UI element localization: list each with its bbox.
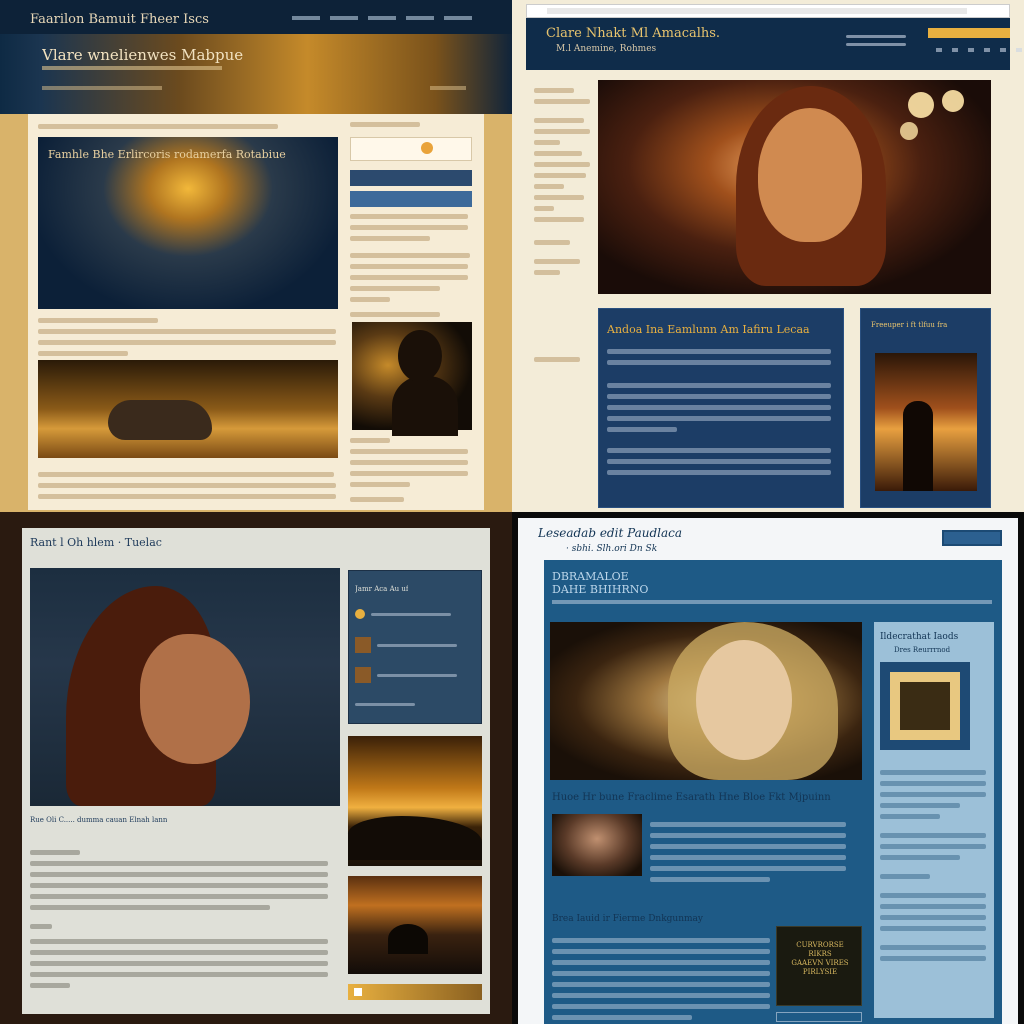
main-intro-line [552, 600, 992, 604]
article-text [38, 466, 338, 505]
site-title[interactable]: Leseadab edit Paudlaca [538, 526, 682, 540]
sidebar-image-shore[interactable] [348, 876, 482, 974]
article-thumbnail[interactable] [552, 814, 642, 876]
sidebar-title: Ildecrathat Iaods [880, 632, 959, 642]
hero-meta-line [430, 86, 466, 90]
sidebar-text [880, 764, 988, 967]
sidebar: Ildecrathat Iaods Dres Reurrrnod [874, 622, 994, 1018]
header-links [936, 48, 1022, 52]
header-search-bar[interactable] [928, 28, 1010, 38]
site-subtitle: · sbhi. Slh.ori Dn Sk [566, 544, 658, 554]
sidebar-button[interactable] [350, 170, 472, 186]
article-text [38, 312, 338, 362]
top-nav [292, 16, 472, 20]
sidebar-text [350, 432, 472, 508]
page-sheet: Rant l Oh hlem · Tuelac Rue Oli C..... d… [22, 528, 490, 1014]
article-image[interactable] [38, 360, 338, 458]
advertisement-box[interactable]: CURVRORSE RIKRS GAAEVN VIRES PIRLYSIE [776, 926, 862, 1006]
sidebar-subtitle: Dres Reurrrnod [894, 646, 951, 654]
thumbnail [355, 667, 371, 683]
hero-portrait[interactable] [550, 622, 862, 780]
sidebar-item[interactable] [355, 609, 451, 619]
sidebar-box: Freeuper i ft tlfuu fra [860, 308, 991, 508]
hero-caption: Rue Oli C..... dumma cauan Elnah lann [30, 816, 168, 824]
site-header: Faarilon Bamuit Fheer Iscs Vlare wnelien… [0, 0, 512, 114]
webpage-panel-1: Faarilon Bamuit Fheer Iscs Vlare wnelien… [0, 0, 512, 512]
hero-meta-line [42, 86, 162, 90]
site-title[interactable]: Clare Nhakt Ml Amacalhs. [546, 26, 720, 41]
search-input[interactable] [350, 137, 472, 161]
address-bar[interactable] [547, 8, 967, 14]
collage-grid: Faarilon Bamuit Fheer Iscs Vlare wnelien… [0, 0, 1024, 1024]
square-icon [354, 988, 362, 996]
main-content: DBRAMALOE DAHE BHIHRNO Ildecrathat Iaods… [544, 560, 1002, 1024]
nav-item[interactable] [330, 16, 358, 20]
article-box: Andoa Ina Eamlunn Am Iafiru Lecaa [598, 308, 844, 508]
sidebar-framed-image[interactable] [880, 662, 970, 750]
hero-subtitle-line [42, 66, 222, 70]
bullet-icon [355, 609, 365, 619]
nav-item[interactable] [406, 16, 434, 20]
sidebar-footer-bar[interactable] [348, 984, 482, 1000]
nav-item[interactable] [368, 16, 396, 20]
site-header: Clare Nhakt Ml Amacalhs. M.l Anemine, Ro… [526, 18, 1022, 70]
webpage-panel-4: Leseadab edit Paudlaca · sbhi. Slh.ori D… [512, 512, 1024, 1024]
left-nav [534, 82, 594, 368]
nav-item[interactable] [444, 16, 472, 20]
sidebar-item[interactable] [355, 667, 457, 683]
sidebar-box-title: Jamr Aca Au uf [355, 585, 409, 593]
sidebar-item[interactable] [355, 637, 457, 653]
section-text [552, 932, 772, 1024]
site-subtitle: M.l Anemine, Rohmes [556, 44, 657, 54]
thumbnail [355, 637, 371, 653]
main-title: DBRAMALOE DAHE BHIHRNO [552, 570, 649, 596]
sidebar-box: Jamr Aca Au uf [348, 570, 482, 724]
article-box-title: Andoa Ina Eamlunn Am Iafiru Lecaa [607, 323, 810, 336]
article-headline[interactable]: Huoe Hr bune Fraclime Esarath Hne Bloe F… [552, 792, 831, 803]
sidebar-heading [350, 116, 472, 133]
site-title[interactable]: Rant l Oh hlem · Tuelac [30, 536, 162, 549]
page-sheet: Leseadab edit Paudlaca · sbhi. Slh.ori D… [518, 518, 1018, 1024]
ad-text: CURVRORSE RIKRS GAAEVN VIRES PIRLYSIE [791, 941, 849, 976]
sidebar-button[interactable] [350, 191, 472, 207]
featured-image[interactable] [38, 137, 338, 309]
article-text [30, 844, 330, 916]
browser-bar [526, 4, 1010, 18]
featured-caption: Famhle Bhe Erlircoris rodamerfa Rotabiue [48, 148, 286, 161]
section-heading: Brea Iauid ir Fierme Dnkgunmay [552, 914, 704, 924]
nav-item[interactable] [292, 16, 320, 20]
sidebar-box-title: Freeuper i ft tlfuu fra [871, 321, 948, 329]
breadcrumb-lines [38, 118, 298, 135]
header-button[interactable] [942, 530, 1002, 546]
webpage-panel-3: Rant l Oh hlem · Tuelac Rue Oli C..... d… [0, 512, 512, 1024]
ad-button[interactable] [776, 1012, 862, 1022]
hero-portrait[interactable] [30, 568, 340, 806]
hero-title: Vlare wnelienwes Mabpue [42, 46, 244, 64]
site-title[interactable]: Faarilon Bamuit Fheer Iscs [30, 12, 209, 27]
article-text [30, 918, 330, 994]
article-text [650, 816, 850, 888]
hero-portrait[interactable] [598, 80, 991, 294]
sidebar-image[interactable] [352, 322, 472, 436]
sidebar-text [350, 208, 472, 323]
sidebar-image[interactable] [875, 353, 977, 491]
sidebar-item[interactable] [355, 703, 415, 706]
search-icon[interactable] [421, 142, 433, 154]
sidebar-image-sunset[interactable] [348, 736, 482, 866]
header-nav [846, 30, 906, 51]
article-box-text [607, 343, 833, 481]
